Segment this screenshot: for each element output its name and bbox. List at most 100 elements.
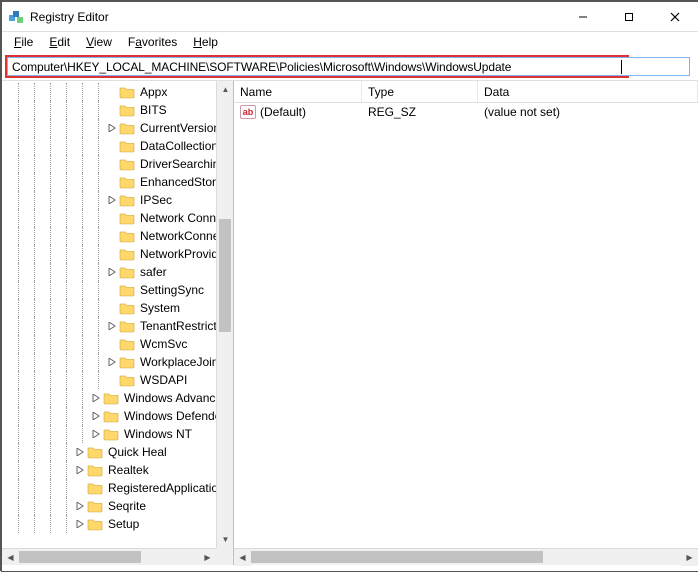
scrollbar-corner: [216, 548, 233, 565]
tree-item-label: Seqrite: [106, 497, 148, 515]
list-scrollbar-horizontal[interactable]: ◀ ▶: [234, 548, 698, 565]
folder-icon: [119, 301, 135, 315]
tree-item[interactable]: Windows Advanced Threat Protection: [2, 389, 216, 407]
tree-item[interactable]: Network Connections: [2, 209, 216, 227]
tree-item[interactable]: safer: [2, 263, 216, 281]
tree-item-label: SettingSync: [138, 281, 206, 299]
scroll-left-icon[interactable]: ◀: [234, 549, 251, 566]
chevron-right-icon[interactable]: [106, 119, 118, 137]
close-button[interactable]: [652, 2, 698, 31]
menu-edit[interactable]: Edit: [43, 32, 76, 52]
tree-item[interactable]: WcmSvc: [2, 335, 216, 353]
maximize-button[interactable]: [606, 2, 652, 31]
folder-icon: [119, 157, 135, 171]
chevron-right-icon[interactable]: [106, 317, 118, 335]
scroll-right-icon[interactable]: ▶: [681, 549, 698, 566]
folder-icon: [87, 463, 103, 477]
tree-item[interactable]: Setup: [2, 515, 216, 533]
chevron-right-icon[interactable]: [74, 461, 86, 479]
tree-item[interactable]: BITS: [2, 101, 216, 119]
tree-item[interactable]: Quick Heal: [2, 443, 216, 461]
address-bar-right[interactable]: [626, 57, 690, 76]
list-header: Name Type Data: [234, 81, 698, 103]
chevron-right-icon[interactable]: [90, 407, 102, 425]
tree-item-label: WorkplaceJoin: [138, 353, 216, 371]
tree[interactable]: AppxBITSCurrentVersionDataCollectionDriv…: [2, 81, 216, 533]
tree-item-label: NetworkProvider: [138, 245, 216, 263]
minimize-button[interactable]: [560, 2, 606, 31]
chevron-right-icon[interactable]: [106, 263, 118, 281]
tree-item[interactable]: Windows Defender: [2, 407, 216, 425]
tree-item-label: Appx: [138, 83, 169, 101]
column-header-data[interactable]: Data: [478, 81, 698, 102]
address-text: Computer\HKEY_LOCAL_MACHINE\SOFTWARE\Pol…: [12, 60, 620, 74]
value-name: (Default): [260, 105, 306, 119]
tree-item[interactable]: SettingSync: [2, 281, 216, 299]
tree-item[interactable]: CurrentVersion: [2, 119, 216, 137]
value-type: REG_SZ: [362, 105, 478, 119]
menu-help[interactable]: Help: [187, 32, 224, 52]
tree-item[interactable]: Windows NT: [2, 425, 216, 443]
tree-item[interactable]: RegisteredApplications: [2, 479, 216, 497]
scroll-right-icon[interactable]: ▶: [199, 549, 216, 565]
menu-file[interactable]: File: [8, 32, 39, 52]
chevron-right-icon[interactable]: [74, 497, 86, 515]
title-bar: Registry Editor: [2, 2, 698, 32]
window-title: Registry Editor: [30, 10, 560, 24]
chevron-right-icon[interactable]: [106, 191, 118, 209]
folder-icon: [119, 211, 135, 225]
folder-icon: [103, 409, 119, 423]
folder-icon: [119, 139, 135, 153]
scroll-down-icon[interactable]: ▼: [217, 531, 234, 548]
chevron-right-icon[interactable]: [90, 389, 102, 407]
tree-item[interactable]: Realtek: [2, 461, 216, 479]
text-caret: [621, 60, 622, 74]
folder-icon: [103, 427, 119, 441]
window-controls: [560, 2, 698, 31]
tree-item-label: WSDAPI: [138, 371, 189, 389]
folder-icon: [119, 103, 135, 117]
folder-icon: [119, 193, 135, 207]
tree-item[interactable]: Appx: [2, 83, 216, 101]
tree-item[interactable]: NetworkProvider: [2, 245, 216, 263]
tree-item-label: CurrentVersion: [138, 119, 216, 137]
tree-item[interactable]: EnhancedStorageDevices: [2, 173, 216, 191]
tree-item-label: System: [138, 299, 182, 317]
address-bar-highlight: Computer\HKEY_LOCAL_MACHINE\SOFTWARE\Pol…: [6, 56, 628, 77]
list-body[interactable]: ab(Default)REG_SZ(value not set): [234, 103, 698, 548]
tree-item-label: RegisteredApplications: [106, 479, 216, 497]
tree-scrollbar-horizontal[interactable]: ◀ ▶: [2, 548, 216, 565]
tree-item[interactable]: DriverSearching: [2, 155, 216, 173]
list-scrollbar-thumb-h[interactable]: [251, 551, 543, 563]
tree-item[interactable]: System: [2, 299, 216, 317]
column-header-name[interactable]: Name: [234, 81, 362, 102]
chevron-right-icon[interactable]: [74, 515, 86, 533]
menu-view[interactable]: View: [80, 32, 118, 52]
tree-item[interactable]: IPSec: [2, 191, 216, 209]
tree-item-label: Setup: [106, 515, 141, 533]
chevron-right-icon[interactable]: [90, 425, 102, 443]
tree-pane: AppxBITSCurrentVersionDataCollectionDriv…: [2, 81, 234, 565]
tree-scrollbar-thumb-v[interactable]: [219, 219, 231, 332]
folder-icon: [119, 283, 135, 297]
list-row[interactable]: ab(Default)REG_SZ(value not set): [234, 103, 698, 121]
chevron-right-icon[interactable]: [74, 443, 86, 461]
tree-item[interactable]: TenantRestrictions: [2, 317, 216, 335]
value-data: (value not set): [478, 105, 698, 119]
tree-item[interactable]: DataCollection: [2, 137, 216, 155]
tree-item[interactable]: Seqrite: [2, 497, 216, 515]
address-bar[interactable]: Computer\HKEY_LOCAL_MACHINE\SOFTWARE\Pol…: [7, 57, 627, 76]
scroll-left-icon[interactable]: ◀: [2, 549, 19, 565]
tree-item-label: Quick Heal: [106, 443, 169, 461]
menu-favorites[interactable]: Favorites: [122, 32, 183, 52]
folder-icon: [87, 445, 103, 459]
scroll-up-icon[interactable]: ▲: [217, 81, 234, 98]
tree-item[interactable]: NetworkConnectivityStatusIndicator: [2, 227, 216, 245]
chevron-right-icon[interactable]: [106, 353, 118, 371]
tree-item[interactable]: WSDAPI: [2, 371, 216, 389]
tree-item[interactable]: WorkplaceJoin: [2, 353, 216, 371]
tree-scrollbar-vertical[interactable]: ▲ ▼: [216, 81, 233, 548]
folder-icon: [119, 319, 135, 333]
column-header-type[interactable]: Type: [362, 81, 478, 102]
tree-scrollbar-thumb-h[interactable]: [19, 551, 141, 563]
